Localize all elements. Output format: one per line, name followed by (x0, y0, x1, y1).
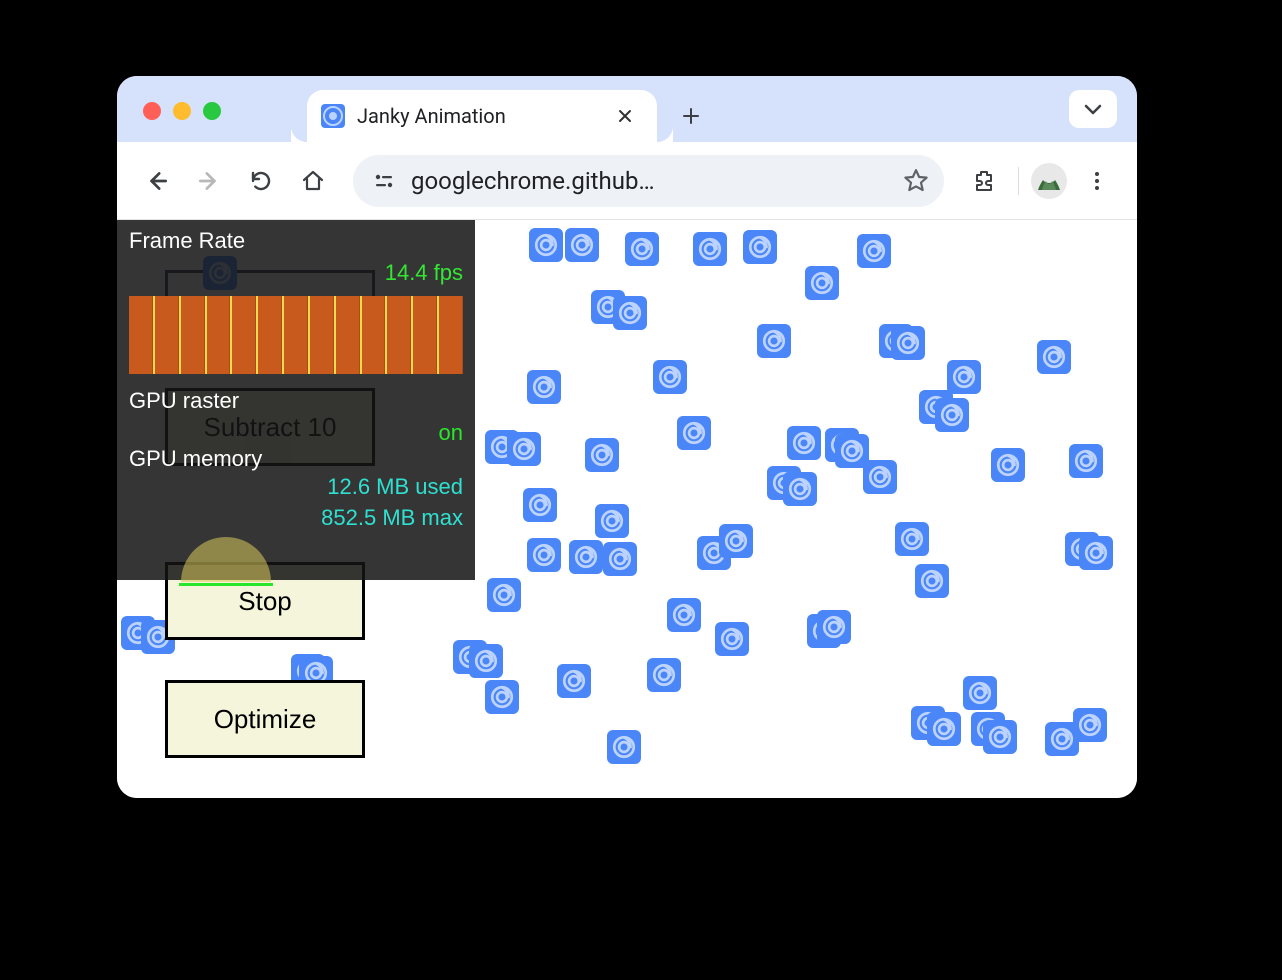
chrome-logo-icon (693, 232, 727, 266)
chrome-logo-icon (719, 524, 753, 558)
gpu-raster-label: GPU raster (129, 388, 239, 414)
minimize-window-button[interactable] (173, 102, 191, 120)
chrome-logo-icon (607, 730, 641, 764)
profile-avatar[interactable] (1031, 163, 1067, 199)
chrome-logo-icon (595, 504, 629, 538)
home-button[interactable] (291, 159, 335, 203)
bookmark-star-icon[interactable] (896, 161, 936, 201)
window-controls (143, 102, 221, 120)
chrome-logo-icon (927, 712, 961, 746)
chrome-logo-icon (817, 610, 851, 644)
menu-button[interactable] (1075, 159, 1119, 203)
tab-close-icon[interactable] (611, 108, 639, 124)
browser-tab[interactable]: Janky Animation (307, 90, 657, 142)
chrome-logo-icon (603, 542, 637, 576)
reload-button[interactable] (239, 159, 283, 203)
chrome-logo-icon (935, 398, 969, 432)
fps-chart (129, 296, 463, 374)
optimize-button[interactable]: Optimize (165, 680, 365, 758)
close-window-button[interactable] (143, 102, 161, 120)
address-bar[interactable]: googlechrome.github… (353, 155, 944, 207)
extensions-button[interactable] (962, 159, 1006, 203)
chrome-logo-icon (527, 538, 561, 572)
gpu-raster-value: on (439, 420, 463, 446)
chrome-logo-icon (915, 564, 949, 598)
chrome-logo-icon (527, 370, 561, 404)
chrome-logo-icon (529, 228, 563, 262)
chrome-logo-icon (557, 664, 591, 698)
tab-strip: Janky Animation (117, 76, 1137, 142)
chrome-logo-icon (677, 416, 711, 450)
chrome-logo-icon (787, 426, 821, 460)
chrome-logo-icon (485, 680, 519, 714)
site-settings-icon[interactable] (367, 164, 401, 198)
chrome-logo-icon (757, 324, 791, 358)
chrome-logo-icon (1079, 536, 1113, 570)
chrome-logo-icon (1073, 708, 1107, 742)
chrome-logo-icon (585, 438, 619, 472)
chrome-logo-icon (991, 448, 1025, 482)
tab-title: Janky Animation (357, 104, 599, 128)
chrome-logo-icon (647, 658, 681, 692)
optimize-label: Optimize (214, 704, 317, 735)
chrome-logo-icon (863, 460, 897, 494)
gpu-memory-label: GPU memory (129, 446, 463, 472)
chrome-logo-icon (667, 598, 701, 632)
chrome-logo-icon (1069, 444, 1103, 478)
chrome-logo-icon (653, 360, 687, 394)
chrome-logo-icon (947, 360, 981, 394)
rendering-stats-overlay: Frame Rate 14.4 fps GPU raster on (117, 220, 475, 580)
chrome-logo-icon (743, 230, 777, 264)
frame-rate-label: Frame Rate (129, 228, 463, 254)
tabs-dropdown-button[interactable] (1069, 90, 1117, 128)
chrome-logo-icon (613, 296, 647, 330)
back-button[interactable] (135, 159, 179, 203)
chrome-logo-icon (963, 676, 997, 710)
fps-value: 14.4 fps (385, 260, 463, 286)
chrome-logo-icon (983, 720, 1017, 754)
tab-favicon (321, 104, 345, 128)
chrome-logo-icon (783, 472, 817, 506)
chrome-logo-icon (1037, 340, 1071, 374)
chrome-logo-icon (891, 326, 925, 360)
page-viewport: Subtract 10 Stop Optimize Frame Rate 14.… (117, 220, 1137, 798)
chrome-logo-icon (569, 540, 603, 574)
chrome-logo-icon (895, 522, 929, 556)
forward-button[interactable] (187, 159, 231, 203)
chrome-logo-icon (715, 622, 749, 656)
chrome-logo-icon (565, 228, 599, 262)
maximize-window-button[interactable] (203, 102, 221, 120)
toolbar-separator (1018, 167, 1019, 195)
browser-window: Janky Animation googlechr (117, 76, 1137, 798)
gpu-memory-max: 852.5 MB max (129, 503, 463, 534)
toolbar: googlechrome.github… (117, 142, 1137, 220)
chrome-logo-icon (523, 488, 557, 522)
new-tab-button[interactable] (671, 96, 711, 136)
gpu-memory-graph (129, 540, 463, 600)
url-text: googlechrome.github… (411, 167, 886, 195)
chrome-logo-icon (469, 644, 503, 678)
gpu-memory-used: 12.6 MB used (129, 472, 463, 503)
chrome-logo-icon (487, 578, 521, 612)
chrome-logo-icon (857, 234, 891, 268)
chrome-logo-icon (507, 432, 541, 466)
chrome-logo-icon (625, 232, 659, 266)
chrome-logo-icon (805, 266, 839, 300)
